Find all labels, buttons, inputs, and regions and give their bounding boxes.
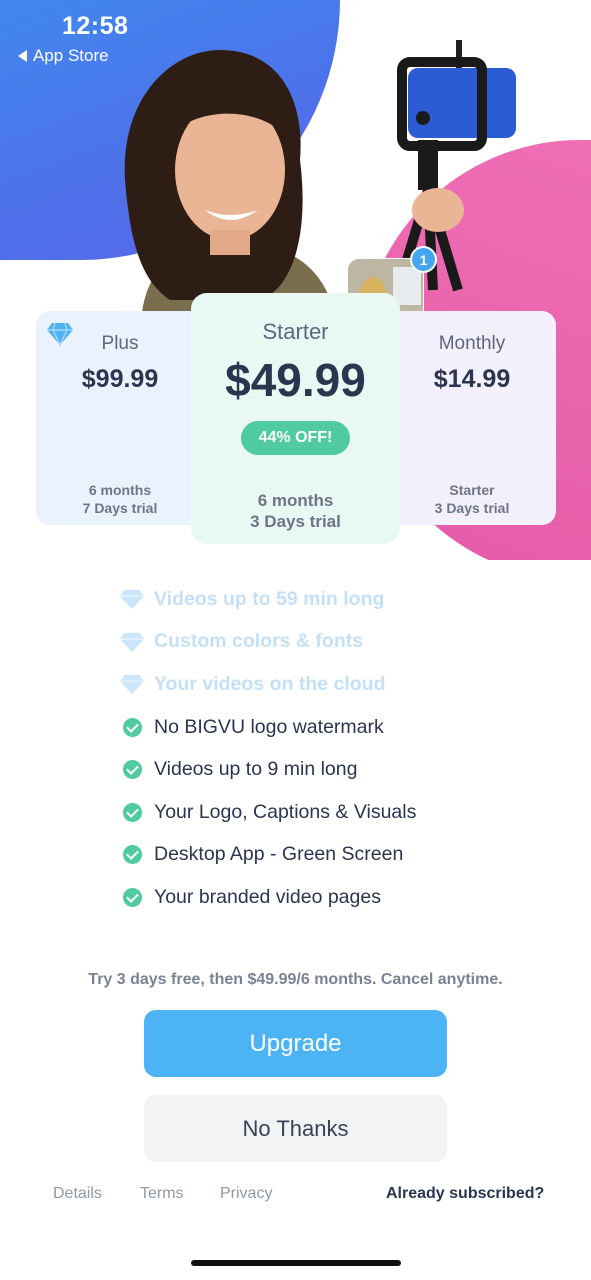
check-icon	[118, 883, 146, 911]
back-label: App Store	[33, 46, 109, 65]
home-indicator	[191, 1260, 401, 1266]
plan-card-starter[interactable]: Starter $49.99 44% OFF! 6 months 3 Days …	[191, 293, 400, 544]
plan-name: Plus	[101, 333, 139, 354]
plan-price: $99.99	[81, 365, 159, 393]
plan-term: 6 months 3 Days trial	[191, 490, 400, 532]
privacy-link[interactable]: Privacy	[220, 1185, 272, 1203]
discount-badge: 44% OFF!	[241, 421, 350, 455]
feature-label: Videos up to 9 min long	[154, 758, 358, 781]
feature-label: Videos up to 59 min long	[154, 587, 385, 610]
trial-terms-text: Try 3 days free, then $49.99/6 months. C…	[88, 971, 503, 988]
feature-label: Your videos on the cloud	[154, 672, 386, 695]
feature-label: Desktop App - Green Screen	[154, 843, 404, 866]
plan-term: Starter 3 Days trial	[388, 481, 556, 517]
feature-label: Your Logo, Captions & Visuals	[154, 800, 417, 823]
plan-price: $14.99	[433, 365, 511, 393]
diamond-icon	[118, 670, 146, 698]
plan-card-monthly[interactable]: Monthly $14.99 Starter 3 Days trial	[388, 311, 556, 525]
feature-item: Videos up to 9 min long	[118, 748, 416, 791]
feature-item: No BIGVU logo watermark	[118, 706, 416, 749]
plan-term: 6 months 7 Days trial	[36, 481, 204, 517]
plan-term-duration: Starter	[449, 482, 495, 498]
check-icon	[118, 841, 146, 869]
feature-item: Your videos on the cloud	[118, 663, 416, 706]
already-subscribed-link[interactable]: Already subscribed?	[386, 1185, 544, 1203]
plan-term-trial: 3 Days trial	[434, 500, 510, 516]
plan-term-trial: 3 Days trial	[250, 512, 341, 531]
notification-badge: 1	[410, 246, 437, 273]
plan-term-duration: 6 months	[257, 491, 334, 510]
back-arrow-icon	[18, 50, 27, 62]
feature-label: No BIGVU logo watermark	[154, 715, 384, 738]
terms-link[interactable]: Terms	[140, 1185, 184, 1203]
feature-item: Custom colors & fonts	[118, 621, 416, 664]
plan-card-plus[interactable]: Plus $99.99 6 months 7 Days trial	[36, 311, 204, 525]
check-icon	[118, 756, 146, 784]
status-time: 12:58	[62, 12, 129, 40]
plan-term-duration: 6 months	[88, 482, 152, 498]
plan-term-trial: 7 Days trial	[82, 500, 158, 516]
plan-name: Monthly	[438, 333, 506, 354]
feature-list: Videos up to 59 min long Custom colors &…	[118, 578, 416, 919]
feature-item: Videos up to 59 min long	[118, 578, 416, 621]
diamond-icon	[118, 585, 146, 613]
plan-name: Starter	[262, 319, 329, 344]
plan-price: $49.99	[225, 354, 366, 406]
diamond-icon	[118, 628, 146, 656]
no-thanks-button[interactable]: No Thanks	[144, 1095, 447, 1162]
details-link[interactable]: Details	[53, 1185, 102, 1203]
check-icon	[118, 713, 146, 741]
check-icon	[118, 798, 146, 826]
feature-item: Your branded video pages	[118, 876, 416, 919]
feature-item: Desktop App - Green Screen	[118, 834, 416, 877]
feature-label: Custom colors & fonts	[154, 630, 364, 653]
feature-item: Your Logo, Captions & Visuals	[118, 791, 416, 834]
upgrade-button[interactable]: Upgrade	[144, 1010, 447, 1077]
feature-label: Your branded video pages	[154, 885, 381, 908]
back-to-app-store[interactable]: App Store	[18, 46, 109, 66]
